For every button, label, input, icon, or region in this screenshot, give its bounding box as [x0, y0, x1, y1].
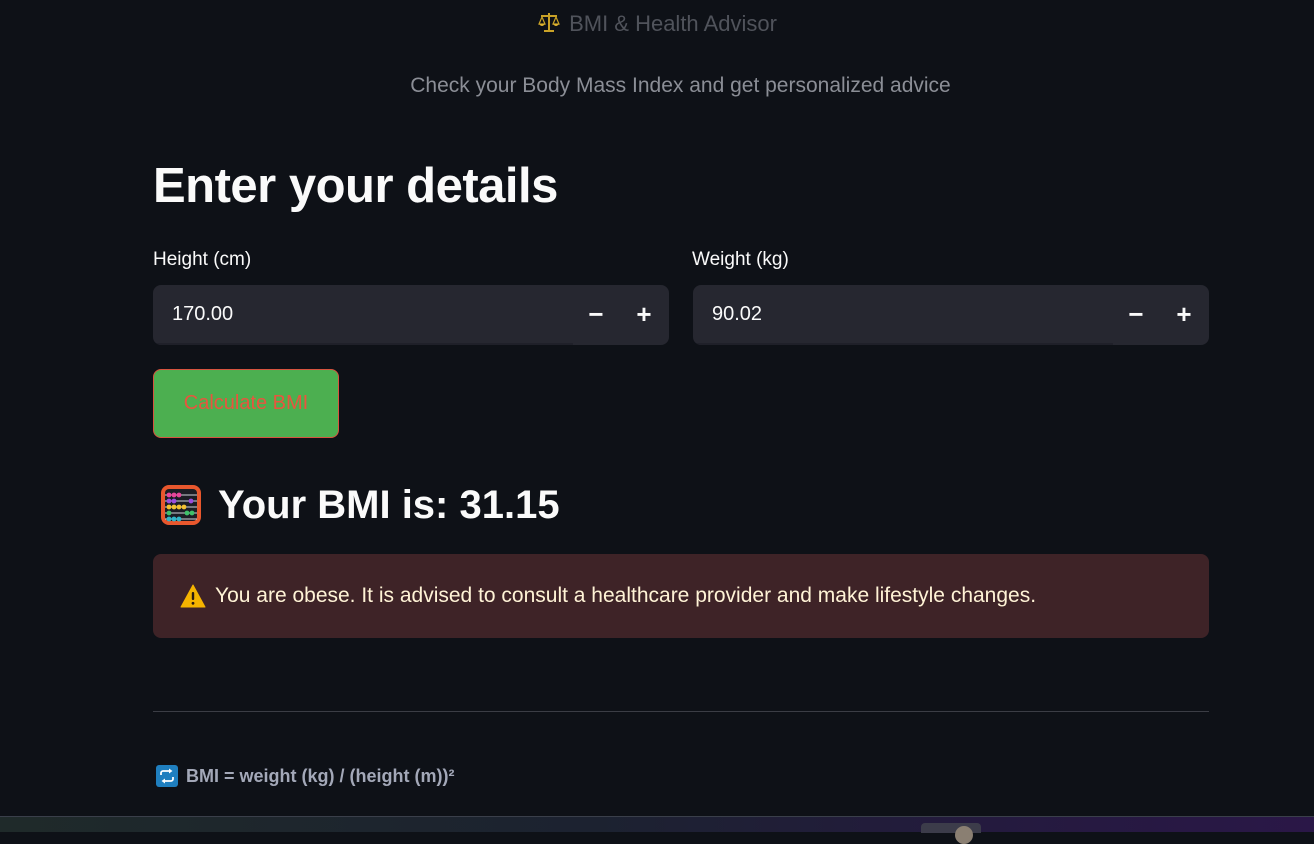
- bmi-result-text: Your BMI is: 31.15: [218, 483, 560, 527]
- height-increment-button[interactable]: +: [620, 285, 668, 345]
- alert-message: You are obese. It is advised to consult …: [215, 584, 1037, 607]
- bmi-result: Your BMI is: 31.15: [159, 480, 560, 530]
- taskbar: [0, 816, 1314, 844]
- weight-decrement-button[interactable]: −: [1112, 285, 1160, 345]
- warning-icon: [180, 584, 206, 608]
- section-heading: Enter your details: [153, 159, 558, 213]
- calculate-bmi-button[interactable]: Calculate BMI: [153, 369, 339, 438]
- app-title-text: BMI & Health Advisor: [569, 11, 777, 36]
- repeat-icon: [156, 765, 178, 787]
- weight-value[interactable]: 90.02: [712, 285, 762, 343]
- height-decrement-button[interactable]: −: [572, 285, 620, 345]
- height-input[interactable]: 170.00 − +: [153, 285, 669, 345]
- weight-label: Weight (kg): [692, 249, 789, 270]
- height-label: Height (cm): [153, 249, 252, 270]
- taskbar-avatar-icon[interactable]: [955, 826, 973, 844]
- height-input-underline: [153, 343, 573, 345]
- app-subtitle: Check your Body Mass Index and get perso…: [410, 74, 951, 97]
- height-value[interactable]: 170.00: [172, 285, 233, 343]
- weight-input-underline: [693, 343, 1113, 345]
- bmi-formula: BMI = weight (kg) / (height (m))²: [156, 762, 454, 790]
- balance-scale-icon: [537, 10, 561, 41]
- obesity-warning-alert: You are obese. It is advised to consult …: [153, 554, 1209, 638]
- formula-text: BMI = weight (kg) / (height (m))²: [186, 766, 455, 786]
- abacus-icon: [161, 485, 201, 525]
- weight-increment-button[interactable]: +: [1160, 285, 1208, 345]
- divider: [153, 711, 1209, 712]
- weight-input[interactable]: 90.02 − +: [693, 285, 1209, 345]
- app-title: BMI & Health Advisor: [0, 10, 1314, 41]
